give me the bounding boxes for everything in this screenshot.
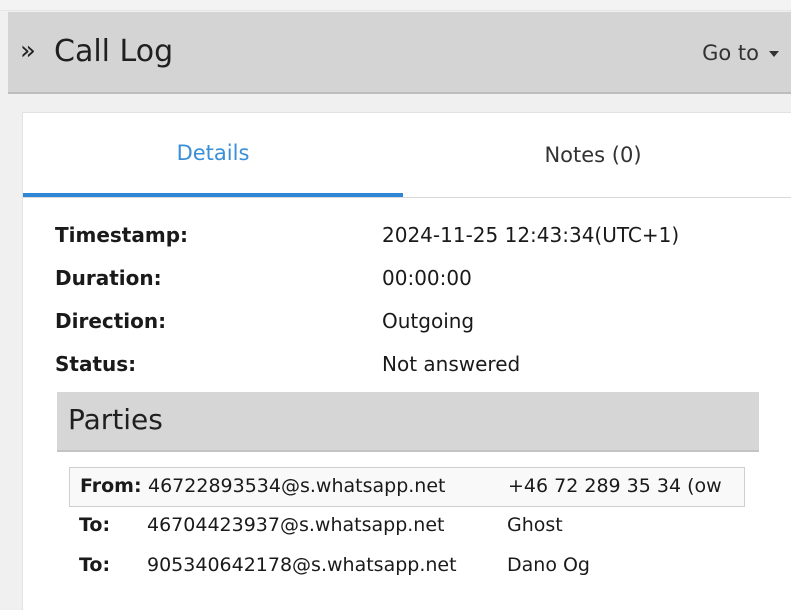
status-value: Not answered	[382, 352, 521, 376]
detail-row-direction: Direction: Outgoing	[55, 307, 755, 350]
duration-label: Duration:	[55, 266, 162, 290]
party-name: +46 72 289 35 34 (ow	[508, 475, 722, 497]
party-role: To:	[79, 554, 111, 576]
direction-value: Outgoing	[382, 309, 475, 333]
status-label: Status:	[55, 352, 137, 376]
goto-dropdown[interactable]: Go to	[702, 40, 779, 66]
tab-details[interactable]: Details	[23, 113, 403, 197]
parties-title: Parties	[68, 403, 163, 436]
party-row-to[interactable]: To: 905340642178@s.whatsapp.net Dano Og	[69, 547, 745, 587]
double-chevron-right-icon[interactable]: »	[20, 35, 36, 67]
tab-bar: Details Notes (0)	[23, 113, 791, 198]
parties-table: From: 46722893534@s.whatsapp.net +46 72 …	[69, 467, 745, 587]
details-list: Timestamp: 2024-11-25 12:43:34(UTC+1) Du…	[55, 221, 755, 393]
duration-value: 00:00:00	[382, 266, 472, 290]
detail-row-duration: Duration: 00:00:00	[55, 264, 755, 307]
party-row-from[interactable]: From: 46722893534@s.whatsapp.net +46 72 …	[69, 467, 745, 507]
goto-label: Go to	[702, 41, 759, 65]
call-log-panel: Details Notes (0) Timestamp: 2024-11-25 …	[22, 112, 791, 610]
parties-section-header: Parties	[57, 392, 759, 452]
party-name: Dano Og	[507, 554, 590, 576]
direction-label: Direction:	[55, 309, 167, 333]
detail-row-status: Status: Not answered	[55, 350, 755, 393]
timestamp-label: Timestamp:	[55, 223, 189, 247]
tab-notes[interactable]: Notes (0)	[403, 113, 783, 197]
party-row-to[interactable]: To: 46704423937@s.whatsapp.net Ghost	[69, 507, 745, 547]
party-identifier: 46722893534@s.whatsapp.net	[148, 475, 446, 497]
call-log-header: » Call Log Go to	[8, 12, 791, 94]
party-role: From:	[80, 475, 142, 497]
party-identifier: 905340642178@s.whatsapp.net	[147, 554, 457, 576]
party-name: Ghost	[507, 514, 563, 536]
page-title: Call Log	[54, 34, 174, 69]
top-strip	[0, 0, 791, 11]
timestamp-value: 2024-11-25 12:43:34(UTC+1)	[382, 223, 680, 247]
detail-row-timestamp: Timestamp: 2024-11-25 12:43:34(UTC+1)	[55, 221, 755, 264]
caret-down-icon	[769, 51, 779, 57]
party-identifier: 46704423937@s.whatsapp.net	[147, 514, 445, 536]
party-role: To:	[79, 514, 111, 536]
